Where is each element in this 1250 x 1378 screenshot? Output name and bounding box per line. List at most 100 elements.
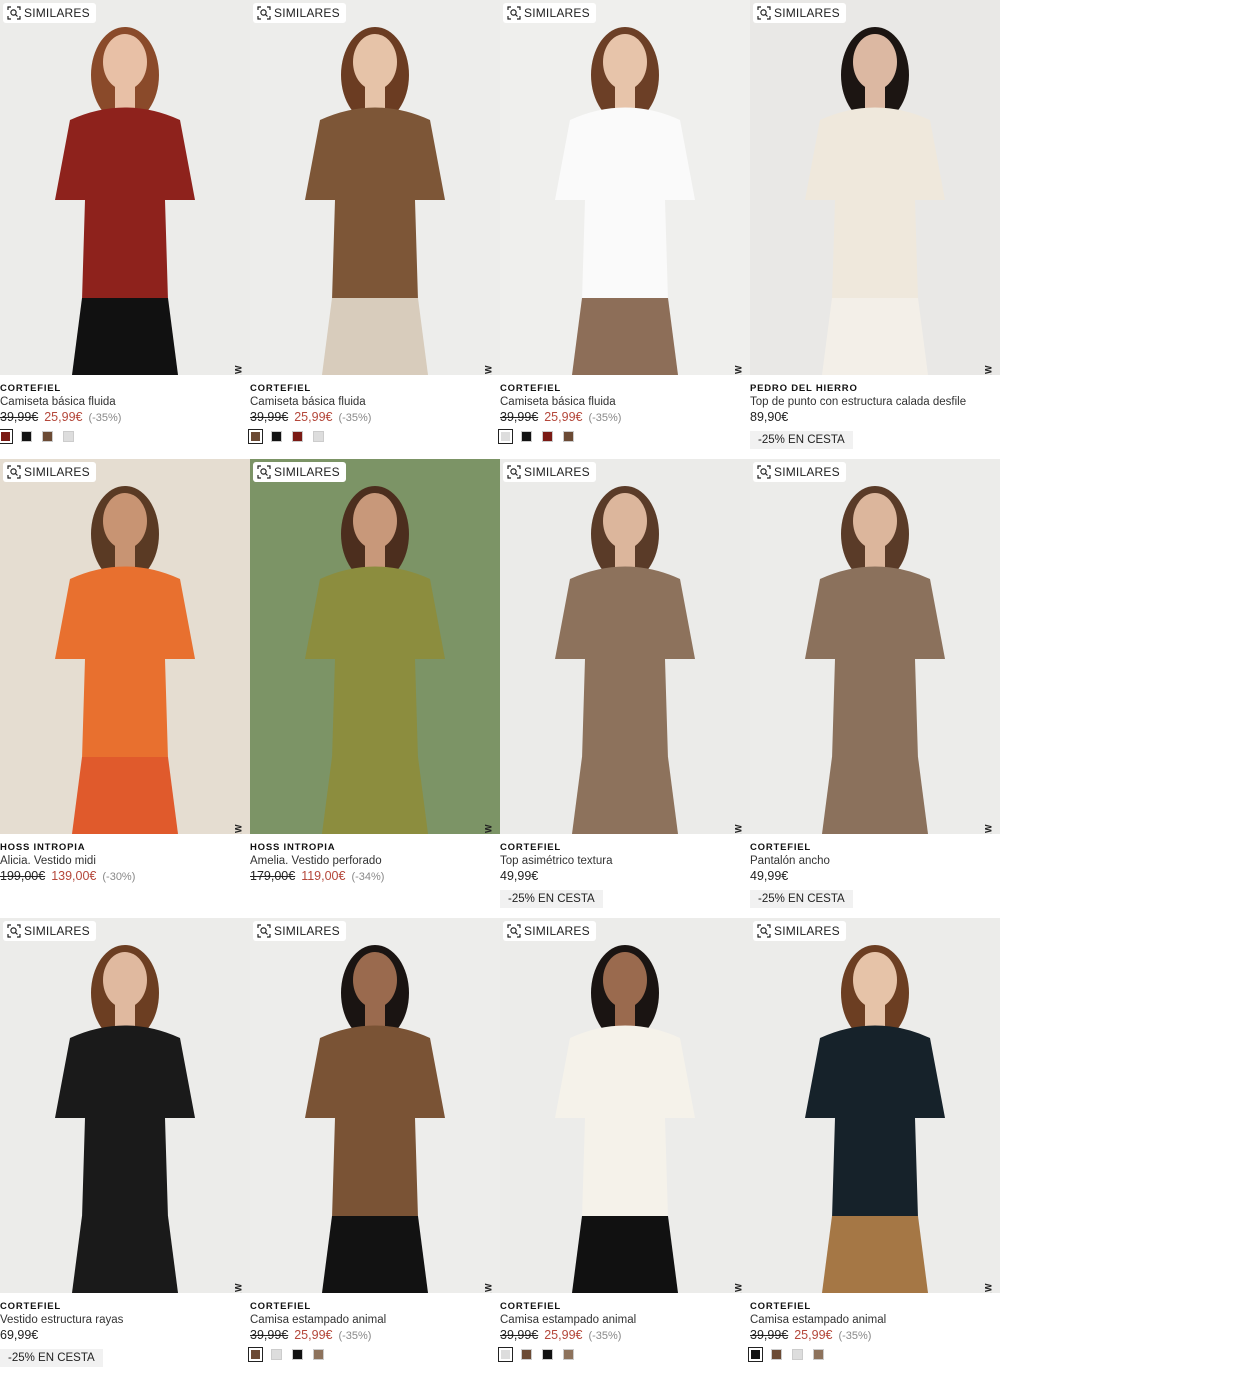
old-price: 199,00€ [0,869,46,883]
product-price: 89,90€ [750,409,1000,425]
color-swatch[interactable] [498,1347,513,1362]
color-swatch[interactable] [0,429,13,444]
model-figure [55,945,195,1293]
product-name[interactable]: Top de punto con estructura calada desfi… [750,395,1000,409]
product-brand: HOSS INTROPIA [250,842,336,853]
product-name[interactable]: Camiseta básica fluida [500,395,750,409]
color-swatch[interactable] [313,431,324,442]
product-image[interactable]: SIMILARES NEW [0,459,250,834]
old-price: 39,99€ [250,410,289,424]
product-card[interactable]: SIMILARES NEW CORTEFIEL Camisa estampado… [748,918,1000,1377]
color-swatch[interactable] [292,431,303,442]
new-badge: NEW [483,824,493,834]
product-card[interactable]: SIMILARES NEW CORTEFIEL Camiseta básica … [248,0,500,459]
product-info: CORTEFIEL Camiseta básica fluida 39,99€ 2… [248,382,500,444]
model-figure [555,486,695,834]
similar-button[interactable]: SIMILARES [3,921,96,941]
color-swatch[interactable] [563,1349,574,1360]
product-image[interactable]: SIMILARES NEW [750,918,1000,1293]
color-swatch[interactable] [521,1349,532,1360]
new-badge: NEW [233,1283,243,1293]
new-badge: NEW [983,824,993,834]
model-figure [805,945,945,1293]
product-brand: CORTEFIEL [500,1301,562,1312]
product-card[interactable]: SIMILARES NEW CORTEFIEL Top asimétrico t… [500,459,750,918]
product-card[interactable]: SIMILARES NEW CORTEFIEL Camisa estampado… [498,918,750,1377]
product-name[interactable]: Camisa estampado animal [500,1313,750,1327]
similar-button[interactable]: SIMILARES [3,462,96,482]
color-swatch[interactable] [271,1349,282,1360]
discount-percent: (-34%) [351,871,385,883]
similar-button[interactable]: SIMILARES [753,3,846,23]
product-name[interactable]: Alicia. Vestido midi [0,854,250,868]
product-image[interactable]: SIMILARES NEW [0,0,250,375]
similar-button[interactable]: SIMILARES [3,3,96,23]
color-swatch[interactable] [248,1347,263,1362]
product-card[interactable]: SIMILARES NEW CORTEFIEL Camiseta básica … [0,0,250,459]
product-card[interactable]: SIMILARES NEW CORTEFIEL Camiseta básica … [498,0,750,459]
visual-search-icon [507,465,521,479]
color-swatch[interactable] [63,431,74,442]
product-name[interactable]: Pantalón ancho [750,854,1000,868]
color-swatch[interactable] [563,431,574,442]
color-swatches [748,1347,1000,1362]
product-image[interactable]: SIMILARES NEW [500,459,750,834]
color-swatch[interactable] [313,1349,324,1360]
product-name[interactable]: Camisa estampado animal [250,1313,500,1327]
similar-button[interactable]: SIMILARES [253,3,346,23]
product-name[interactable]: Amelia. Vestido perforado [250,854,500,868]
product-card[interactable]: SIMILARES NEW CORTEFIEL Pantalón ancho 4… [750,459,1000,918]
product-name[interactable]: Vestido estructura rayas [0,1313,250,1327]
discount-percent: (-35%) [588,412,622,424]
product-image[interactable]: SIMILARES NEW [500,0,750,375]
product-image[interactable]: SIMILARES NEW [250,459,500,834]
color-swatch[interactable] [748,1347,763,1362]
color-swatch[interactable] [521,431,532,442]
similar-label: SIMILARES [24,6,90,20]
product-image[interactable]: SIMILARES NEW [750,459,1000,834]
product-image[interactable]: SIMILARES NEW [0,918,250,1293]
product-name[interactable]: Camiseta básica fluida [250,395,500,409]
basket-promo-badge: -25% EN CESTA [750,431,853,449]
similar-button[interactable]: SIMILARES [753,462,846,482]
product-brand: CORTEFIEL [750,842,812,853]
similar-button[interactable]: SIMILARES [753,921,846,941]
product-name[interactable]: Top asimétrico textura [500,854,750,868]
model-figure [555,945,695,1293]
product-card[interactable]: SIMILARES NEW CORTEFIEL Camisa estampado… [248,918,500,1377]
product-price: 49,99€ [750,868,1000,884]
product-card[interactable]: SIMILARES NEW HOSS INTROPIA Amelia. Vest… [250,459,500,918]
similar-button[interactable]: SIMILARES [503,462,596,482]
similar-button[interactable]: SIMILARES [253,921,346,941]
product-brand: PEDRO DEL HIERRO [750,383,858,394]
color-swatch[interactable] [21,431,32,442]
color-swatch[interactable] [271,431,282,442]
color-swatch[interactable] [792,1349,803,1360]
product-card[interactable]: SIMILARES NEW PEDRO DEL HIERRO Top de pu… [750,0,1000,459]
similar-button[interactable]: SIMILARES [253,462,346,482]
regular-price: 89,90€ [750,410,789,424]
similar-button[interactable]: SIMILARES [503,3,596,23]
similar-button[interactable]: SIMILARES [503,921,596,941]
product-image[interactable]: SIMILARES NEW [500,918,750,1293]
product-image[interactable]: SIMILARES NEW [250,918,500,1293]
color-swatch[interactable] [248,429,263,444]
product-price: 39,99€ 25,99€ (-35%) [250,1327,500,1343]
product-image[interactable]: SIMILARES NEW [250,0,500,375]
color-swatch[interactable] [42,431,53,442]
color-swatch[interactable] [498,429,513,444]
new-badge: NEW [733,824,743,834]
color-swatch[interactable] [542,1349,553,1360]
color-swatch[interactable] [542,431,553,442]
product-card[interactable]: SIMILARES NEW HOSS INTROPIA Alicia. Vest… [0,459,250,918]
product-card[interactable]: SIMILARES NEW CORTEFIEL Vestido estructu… [0,918,250,1377]
product-image[interactable]: SIMILARES NEW [750,0,1000,375]
color-swatch[interactable] [292,1349,303,1360]
color-swatch[interactable] [771,1349,782,1360]
product-name[interactable]: Camiseta básica fluida [0,395,250,409]
color-swatch[interactable] [813,1349,824,1360]
product-brand: CORTEFIEL [250,1301,312,1312]
product-name[interactable]: Camisa estampado animal [750,1313,1000,1327]
old-price: 39,99€ [500,410,539,424]
similar-label: SIMILARES [24,924,90,938]
